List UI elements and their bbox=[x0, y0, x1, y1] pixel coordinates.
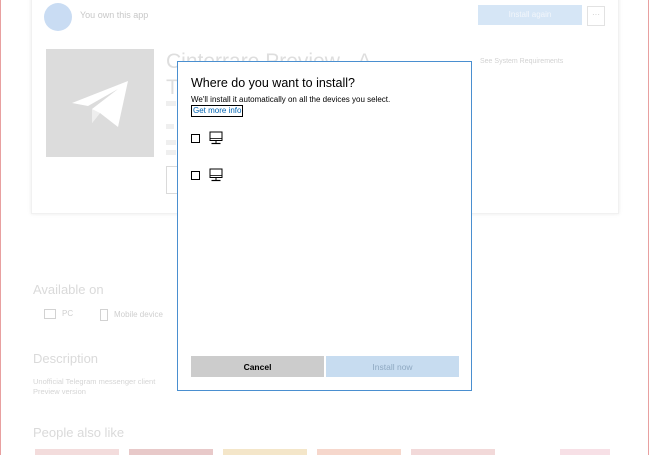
get-more-info-link[interactable]: Get more info bbox=[191, 105, 244, 117]
rating-stars bbox=[166, 124, 174, 129]
pc-icon bbox=[44, 309, 56, 319]
suggested-app-thumb[interactable] bbox=[411, 449, 495, 455]
available-on-heading: Available on bbox=[33, 282, 104, 297]
pc-monitor-icon bbox=[209, 168, 223, 182]
suggested-app-thumb[interactable] bbox=[223, 449, 307, 455]
device-option[interactable] bbox=[191, 167, 223, 183]
dialog-title: Where do you want to install? bbox=[191, 76, 355, 90]
description-text: Unofficial Telegram messenger client Pre… bbox=[33, 377, 155, 397]
install-devices-dialog: Where do you want to install? We'll inst… bbox=[177, 61, 472, 391]
device-checkbox[interactable] bbox=[191, 170, 200, 180]
mobile-icon bbox=[100, 309, 108, 321]
owned-check-icon bbox=[44, 3, 72, 31]
available-mobile: Mobile device bbox=[100, 309, 163, 321]
details-line bbox=[166, 150, 176, 155]
cancel-button[interactable]: Cancel bbox=[191, 356, 324, 377]
description-line: Preview version bbox=[33, 387, 86, 396]
suggested-app-thumb[interactable] bbox=[129, 449, 213, 455]
dialog-subtitle: We'll install it automatically on all th… bbox=[191, 95, 391, 104]
available-pc-label: PC bbox=[62, 309, 74, 319]
available-mobile-label: Mobile device bbox=[114, 310, 163, 320]
description-heading: Description bbox=[33, 351, 99, 366]
install-again-button[interactable]: Install again bbox=[478, 5, 582, 25]
more-options-button[interactable]: ··· bbox=[587, 6, 605, 26]
install-now-button[interactable]: Install now bbox=[326, 356, 459, 377]
description-line: Unofficial Telegram messenger client bbox=[33, 377, 156, 386]
device-option[interactable] bbox=[191, 130, 223, 146]
pc-monitor-icon bbox=[209, 131, 223, 145]
suggested-app-thumb[interactable] bbox=[560, 449, 610, 455]
suggested-app-thumb[interactable] bbox=[35, 449, 119, 455]
app-tile bbox=[46, 49, 154, 157]
owned-text: You own this app bbox=[80, 10, 149, 20]
suggested-app-thumb[interactable] bbox=[317, 449, 401, 455]
publisher-text bbox=[166, 101, 176, 106]
system-requirements-link[interactable]: See System Requirements bbox=[480, 58, 563, 65]
available-pc: PC bbox=[44, 309, 73, 319]
device-checkbox[interactable] bbox=[191, 133, 200, 143]
telegram-paper-plane-icon bbox=[72, 81, 128, 127]
details-line bbox=[166, 140, 176, 145]
people-also-like-heading: People also like bbox=[33, 425, 125, 440]
